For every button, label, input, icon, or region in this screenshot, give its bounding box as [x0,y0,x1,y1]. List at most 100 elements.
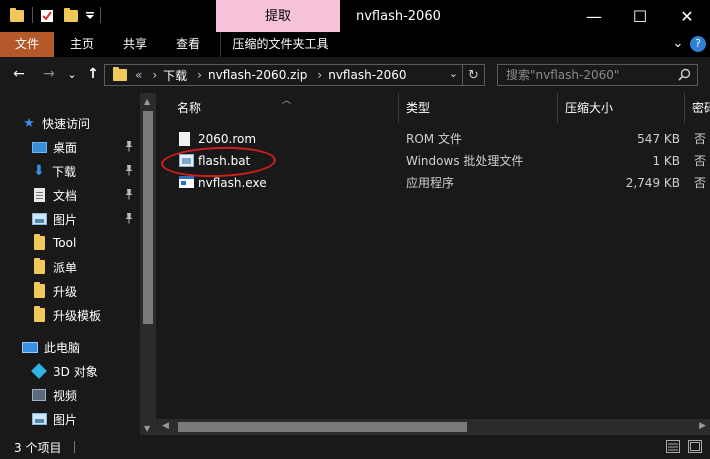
back-button[interactable]: ← [10,65,28,83]
breadcrumb-separator[interactable]: › [152,68,157,82]
nav-label: 下载 [52,164,77,179]
nav-documents[interactable]: 文档 [34,183,156,207]
file-type: ROM 文件 [406,132,462,146]
folder-icon [113,67,127,81]
column-header-compressed-size[interactable]: 压缩大小 [558,93,684,123]
scroll-left-arrow-icon[interactable]: ◀ [162,421,169,431]
nav-3d-objects[interactable]: 3D 对象 [31,359,156,383]
nav-downloads[interactable]: ⬇ 下载 [32,159,156,183]
column-header-row: ︿ 名称 类型 压缩大小 密码 [156,93,710,123]
folder-icon [34,234,45,250]
nav-folder-upgrade-template[interactable]: 升级模板 [34,303,156,327]
file-size: 2,749 KB [625,176,680,190]
collapse-ribbon-icon[interactable]: ⌄ [670,32,686,57]
forward-button[interactable]: → [40,65,58,83]
batch-file-icon [179,154,194,170]
address-bar[interactable]: « › 下载 › nvflash-2060.zip › nvflash-2060… [104,64,485,86]
nav-label: Tool [53,236,77,250]
pin-icon[interactable] [124,140,134,155]
desktop-icon [32,141,47,153]
breadcrumb-downloads[interactable]: 下载 [163,67,187,84]
ribbon-tabs: 文件 主页 共享 查看 压缩的文件夹工具 ⌄ ? [0,32,710,57]
recent-locations-button[interactable]: ⌄ [63,65,81,83]
folder-icon [34,306,45,322]
navigation-pane: ★ 快速访问 桌面 ⬇ 下载 文档 图片 Tool 派单 升级 升级模板 此电脑… [0,93,156,435]
column-header-name[interactable]: 名称 [170,93,398,123]
nav-videos[interactable]: 视频 [32,383,156,407]
nav-pictures[interactable]: 图片 [32,207,156,231]
folder-icon [34,282,45,298]
new-folder-icon[interactable] [64,6,78,26]
video-icon [32,389,46,401]
column-header-type[interactable]: 类型 [399,93,557,123]
details-view-icon[interactable] [666,440,680,453]
picture-icon [32,213,47,225]
tab-file[interactable]: 文件 [0,32,54,57]
nav-label: 图片 [53,412,78,427]
nav-pictures-pc[interactable]: 图片 [32,407,156,431]
breadcrumb-current-folder[interactable]: nvflash-2060 [328,68,406,82]
search-input[interactable] [506,68,666,82]
file-row[interactable]: flash.bat Windows 批处理文件 1 KB 否 [156,150,710,172]
breadcrumb-separator[interactable]: › [317,68,322,82]
search-box[interactable] [497,64,698,86]
nav-label: 桌面 [53,140,78,155]
tab-home[interactable]: 主页 [60,32,104,57]
file-row[interactable]: nvflash.exe 应用程序 2,749 KB 否 [156,172,710,194]
nav-quick-access[interactable]: ★ 快速访问 [22,111,156,135]
file-type: 应用程序 [406,176,455,190]
file-password: 否 [694,132,707,146]
nav-this-pc[interactable]: 此电脑 [22,335,156,359]
horizontal-scrollbar[interactable]: ◀ ▶ [156,419,710,435]
minimize-button[interactable]: — [571,0,617,32]
refresh-button[interactable]: ↻ [462,65,484,85]
pin-icon[interactable] [124,212,134,227]
tab-compressed-folder-tools[interactable]: 压缩的文件夹工具 [220,32,340,57]
scrollbar-thumb[interactable] [143,111,153,324]
file-name: flash.bat [198,154,251,168]
address-toolbar: ← → ⌄ ↑ « › 下载 › nvflash-2060.zip › nvfl… [0,57,710,93]
breadcrumb-separator[interactable]: › [197,68,202,82]
nav-folder-upgrade[interactable]: 升级 [34,279,156,303]
large-icons-view-icon[interactable] [688,440,702,453]
close-button[interactable]: ✕ [664,0,710,32]
scrollbar-thumb[interactable] [178,422,467,432]
file-size: 1 KB [652,154,680,168]
pin-icon[interactable] [124,164,134,179]
nav-label: 图片 [53,212,78,227]
download-arrow-icon: ⬇ [33,163,45,179]
nav-label: 此电脑 [44,340,81,355]
scroll-right-arrow-icon[interactable]: ▶ [699,421,706,431]
scroll-up-arrow-icon[interactable]: ▲ [144,97,150,106]
folder-icon [34,258,45,274]
picture-icon [32,413,47,425]
file-list: ︿ 名称 类型 压缩大小 密码 2060.rom ROM 文件 547 KB 否… [156,93,710,435]
properties-icon[interactable] [40,6,54,26]
nav-desktop[interactable]: 桌面 [32,135,156,159]
file-row[interactable]: 2060.rom ROM 文件 547 KB 否 [156,128,710,150]
column-header-password[interactable]: 密码 [685,93,710,123]
status-bar: 3 个项目 [0,435,710,459]
customize-quick-access-icon[interactable] [86,6,94,26]
context-tab-extract[interactable]: 提取 [216,0,340,32]
nav-label: 3D 对象 [53,364,98,379]
nav-folder-paidan[interactable]: 派单 [34,255,156,279]
address-dropdown-icon[interactable]: ⌄ [449,67,458,80]
cube-icon [31,363,47,379]
tab-view[interactable]: 查看 [166,32,210,57]
breadcrumb-overflow[interactable]: « [135,68,142,82]
maximize-button[interactable]: ☐ [617,0,663,32]
file-name: 2060.rom [198,132,257,146]
nav-label: 快速访问 [42,116,91,131]
breadcrumb-zip[interactable]: nvflash-2060.zip [208,68,307,82]
scroll-down-arrow-icon[interactable]: ▼ [144,424,150,433]
up-button[interactable]: ↑ [84,65,102,83]
nav-scrollbar[interactable]: ▲ ▼ [140,93,156,435]
file-password: 否 [694,176,707,190]
tab-share[interactable]: 共享 [113,32,157,57]
divider [32,7,33,23]
help-icon[interactable]: ? [690,36,706,52]
divider [74,441,75,453]
pin-icon[interactable] [124,188,134,203]
nav-folder-tool[interactable]: Tool [34,231,156,255]
